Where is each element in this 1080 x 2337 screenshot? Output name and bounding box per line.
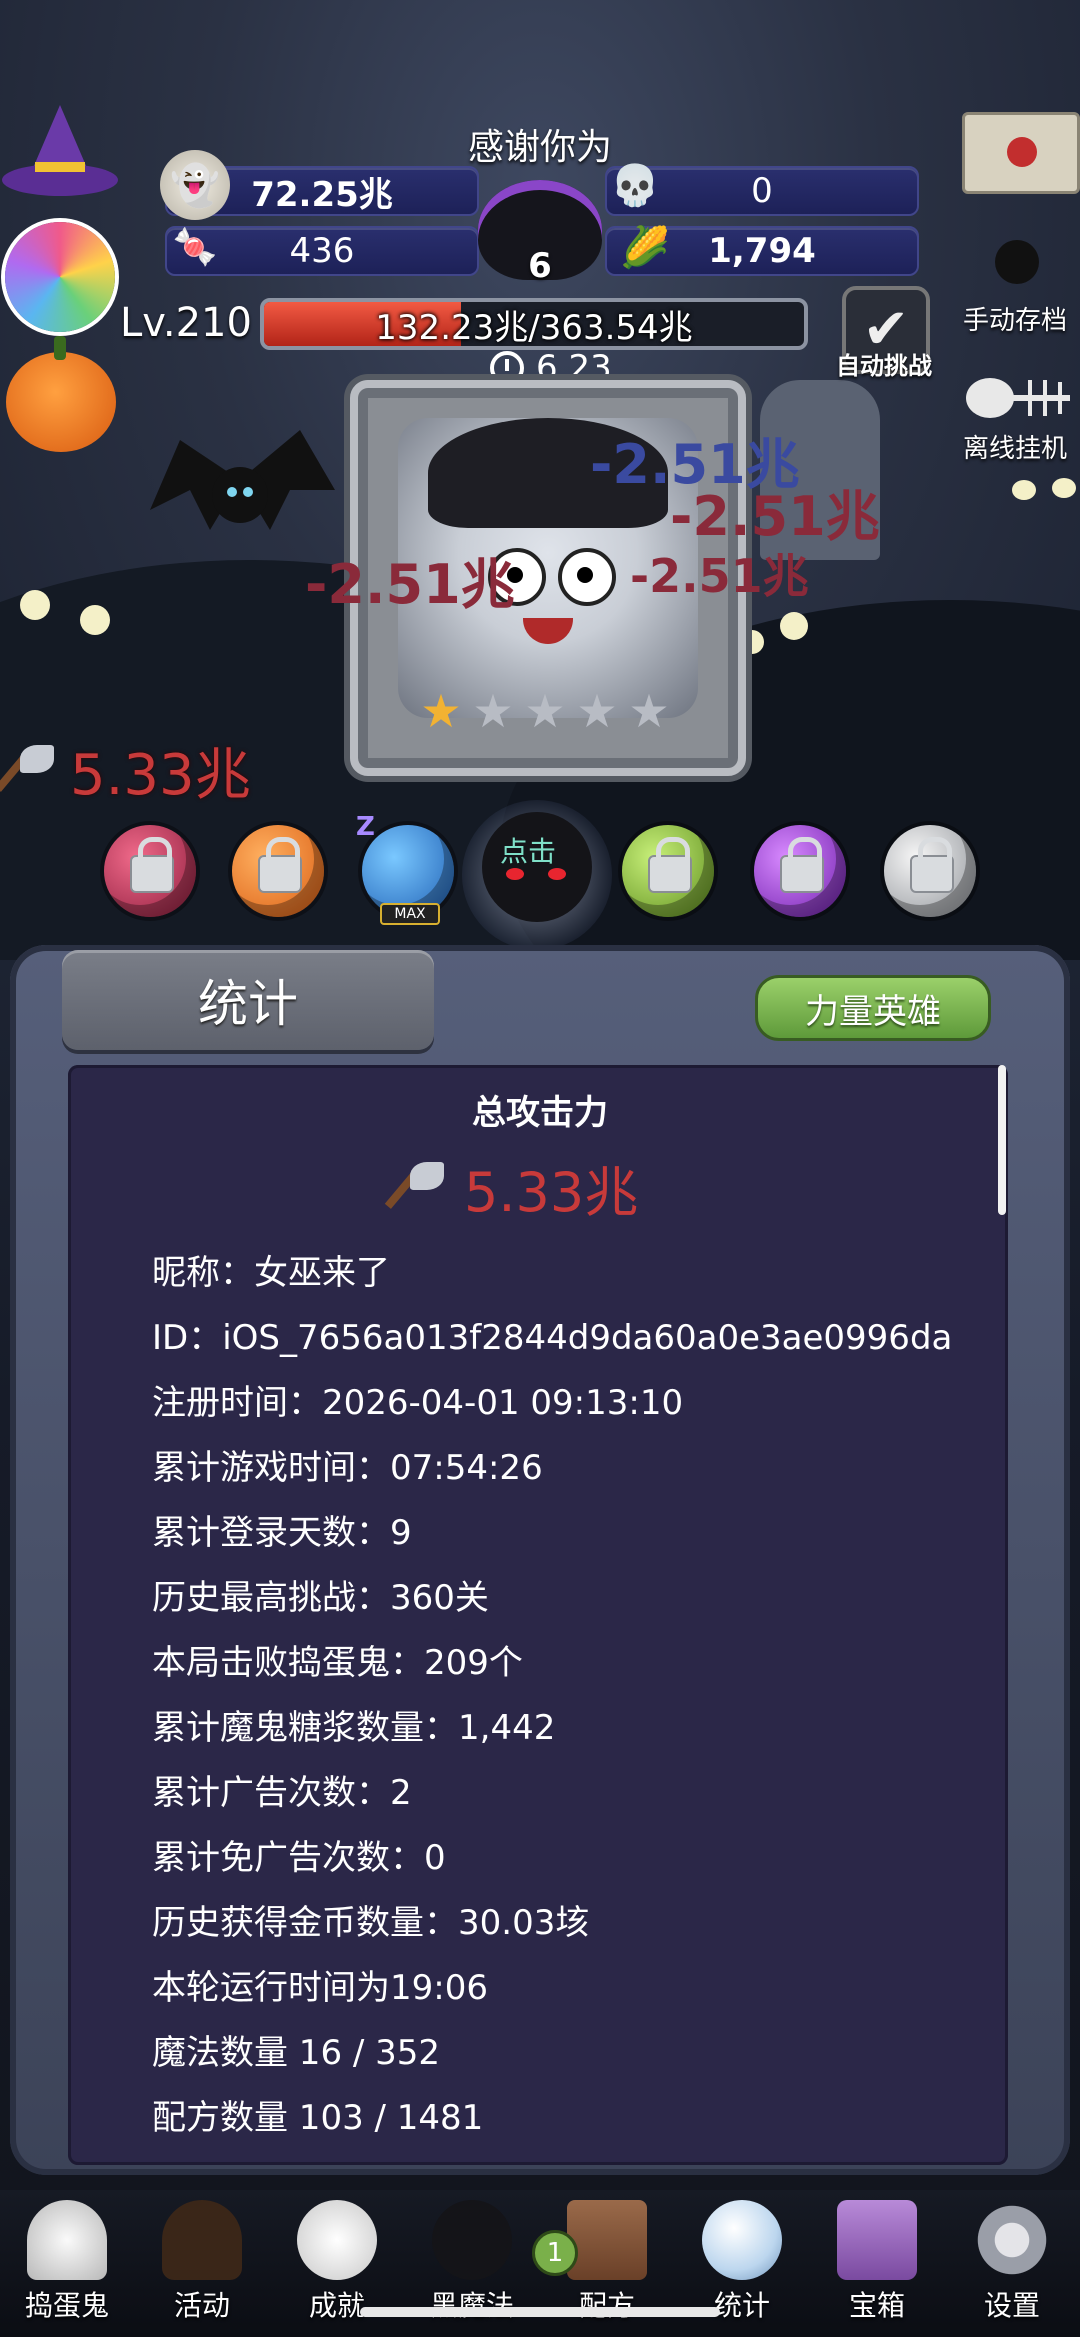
hero-orb-locked[interactable] — [104, 825, 196, 917]
nav-item-chest[interactable]: 宝箱 — [822, 2200, 932, 2324]
boss-hp-text: 132.23兆/363.54兆 — [375, 307, 693, 348]
nav-item-events[interactable]: 活动 — [147, 2200, 257, 2324]
attack-power-value: 5.33兆 — [70, 743, 251, 808]
demon-icon — [432, 2200, 512, 2280]
stat-id: ID：iOS_7656a013f2844d9da60a0e3ae0996da — [152, 1318, 953, 1358]
nav-item-achievements[interactable]: 成就 — [282, 2200, 392, 2324]
star-empty-icon: ★ — [472, 684, 514, 738]
stat-register-time: 注册时间：2026-04-01 09:13:10 — [152, 1383, 684, 1423]
stat-login-days: 累计登录天数：9 — [152, 1513, 412, 1553]
eyeball-cake-icon — [162, 2200, 242, 2280]
nav-item-black-magic[interactable]: 黑魔法 — [417, 2200, 527, 2324]
star-empty-icon: ★ — [524, 684, 566, 738]
stat-syrup-count: 累计魔鬼糖浆数量：1,442 — [152, 1708, 556, 1748]
stat-recipe-count: 配方数量 103 / 1481 — [152, 2098, 484, 2138]
nav-label: 捣蛋鬼 — [24, 2289, 109, 2322]
skull-trophy-icon — [297, 2200, 377, 2280]
boss-star-rating: ★ ★ ★ ★ ★ — [418, 688, 678, 738]
nav-label: 宝箱 — [848, 2289, 905, 2322]
damage-popup: -2.51兆 — [630, 549, 809, 603]
power-hero-button[interactable]: 力量英雄 — [755, 975, 991, 1041]
tap-label: 点击 — [500, 835, 557, 868]
gift-chest-icon — [837, 2200, 917, 2280]
boss-hp-bar: 132.23兆/363.54兆 — [260, 298, 808, 350]
nav-label: 活动 — [173, 2289, 230, 2322]
stat-defeated-count: 本局击败捣蛋鬼：209个 — [152, 1643, 523, 1683]
star-empty-icon: ★ — [628, 684, 670, 738]
stat-total-gold: 历史获得金币数量：30.03垓 — [152, 1903, 590, 1943]
manual-save-button[interactable]: 手动存档 — [955, 300, 1075, 337]
hero-orb-locked[interactable] — [622, 825, 714, 917]
auto-challenge-label: 自动挑战 — [836, 352, 932, 380]
stat-ad-count: 累计广告次数：2 — [152, 1773, 412, 1813]
player-level: Lv.210 — [120, 300, 252, 346]
total-attack-value: 5.33兆 — [464, 1161, 639, 1224]
nav-item-stats[interactable]: 统计 — [687, 2200, 797, 2324]
nav-label: 配方 — [578, 2289, 635, 2322]
gear-icon — [972, 2200, 1052, 2280]
ghost-icon — [27, 2200, 107, 2280]
damage-popup: -2.51兆 — [305, 553, 515, 616]
ghost-coin-icon: 👻 — [160, 150, 230, 220]
boss-eye — [558, 548, 616, 606]
lock-icon — [780, 837, 824, 893]
nav-label: 设置 — [983, 2289, 1040, 2322]
nav-label: 统计 — [713, 2289, 770, 2322]
hero-orb-blue-skull[interactable]: MAX — [362, 825, 454, 925]
glowing-eye — [80, 605, 110, 635]
stat-run-time: 本轮运行时间为19:06 — [152, 1968, 488, 2008]
lock-icon — [910, 837, 954, 893]
star-empty-icon: ★ — [576, 684, 618, 738]
red-candy-value: 436 — [289, 231, 355, 271]
offline-idle-button[interactable]: 离线挂机 — [955, 428, 1075, 465]
skull-value: 0 — [751, 171, 773, 211]
sleep-indicator: Z — [356, 812, 375, 842]
glowing-eye — [780, 612, 808, 640]
axe-icon — [0, 741, 60, 801]
max-badge: MAX — [380, 903, 440, 925]
lock-icon — [130, 837, 174, 893]
recipe-book-icon — [567, 2200, 647, 2280]
stat-ad-free-count: 累计免广告次数：0 — [152, 1838, 446, 1878]
boss-mouth — [523, 618, 573, 644]
crystal-ball-icon — [702, 2200, 782, 2280]
stat-nickname: 昵称：女巫来了 — [152, 1253, 390, 1293]
thanks-text: 感谢你为 — [467, 127, 612, 168]
hero-orb-locked[interactable] — [754, 825, 846, 917]
nav-item-settings[interactable]: 设置 — [957, 2200, 1067, 2324]
total-attack-label: 总攻击力 — [472, 1093, 608, 1133]
stat-highest-challenge: 历史最高挑战：360关 — [152, 1578, 489, 1618]
spider-icon — [995, 240, 1039, 284]
cauldron-count: 6 — [528, 246, 552, 286]
candy-swirl-icon[interactable] — [5, 222, 115, 332]
recipe-badge: 1 — [532, 2230, 578, 2276]
stat-total-play-time: 累计游戏时间：07:54:26 — [152, 1448, 543, 1488]
lock-icon — [648, 837, 692, 893]
skull-icon: 💀 — [610, 162, 660, 209]
stat-magic-count: 魔法数量 16 / 352 — [152, 2033, 441, 2073]
gold-value: 72.25兆 — [251, 174, 393, 215]
total-attack: 5.33兆 — [384, 1148, 639, 1227]
star-filled-icon: ★ — [420, 684, 462, 738]
hero-orb-locked[interactable] — [884, 825, 976, 917]
pumpkin-icon[interactable] — [6, 336, 116, 452]
candy-corn-value: 1,794 — [708, 231, 816, 271]
attack-power: 5.33兆 — [0, 730, 251, 811]
home-indicator — [360, 2307, 720, 2317]
glowing-eye — [20, 590, 50, 620]
nav-item-ghosts[interactable]: 捣蛋鬼 — [12, 2200, 122, 2324]
axe-icon — [384, 1158, 450, 1218]
lock-icon — [258, 837, 302, 893]
red-candy-icon: 🍬 — [172, 227, 218, 268]
glowing-eye — [1052, 478, 1076, 498]
nav-label: 成就 — [308, 2289, 365, 2322]
hero-orb-locked[interactable] — [232, 825, 324, 917]
fish-bone-icon[interactable] — [960, 368, 1080, 428]
stats-tab-title: 统计 — [62, 950, 434, 1050]
glowing-eye — [1012, 480, 1036, 500]
candy-corn-icon: 🌽 — [620, 224, 670, 271]
nav-label: 黑魔法 — [429, 2289, 514, 2322]
mail-icon[interactable] — [962, 112, 1080, 194]
